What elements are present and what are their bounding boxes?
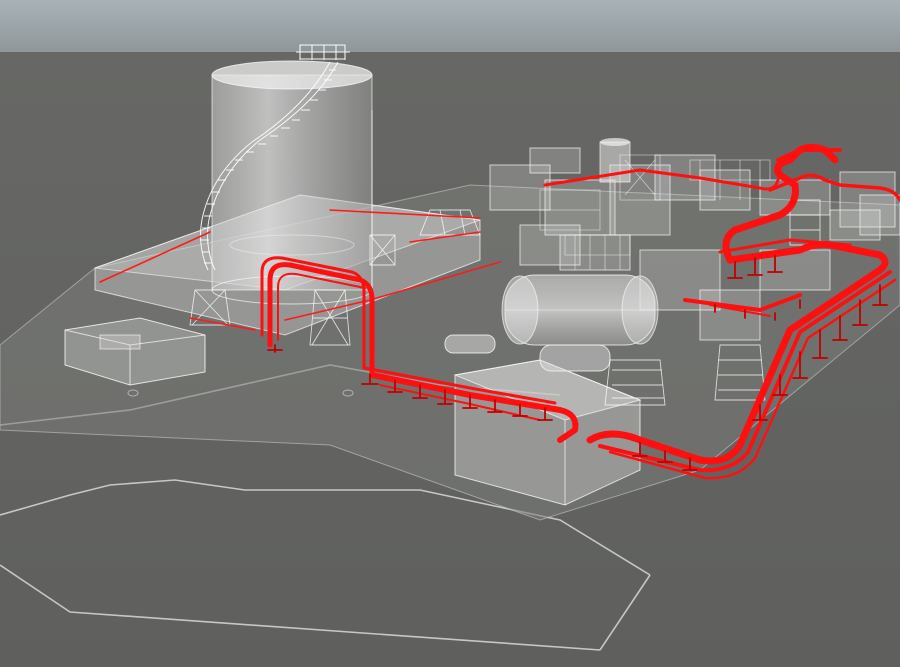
horizontal-vessel[interactable]	[501, 274, 659, 346]
sky-background	[0, 0, 900, 55]
3d-plant-viewport[interactable]	[0, 0, 900, 667]
